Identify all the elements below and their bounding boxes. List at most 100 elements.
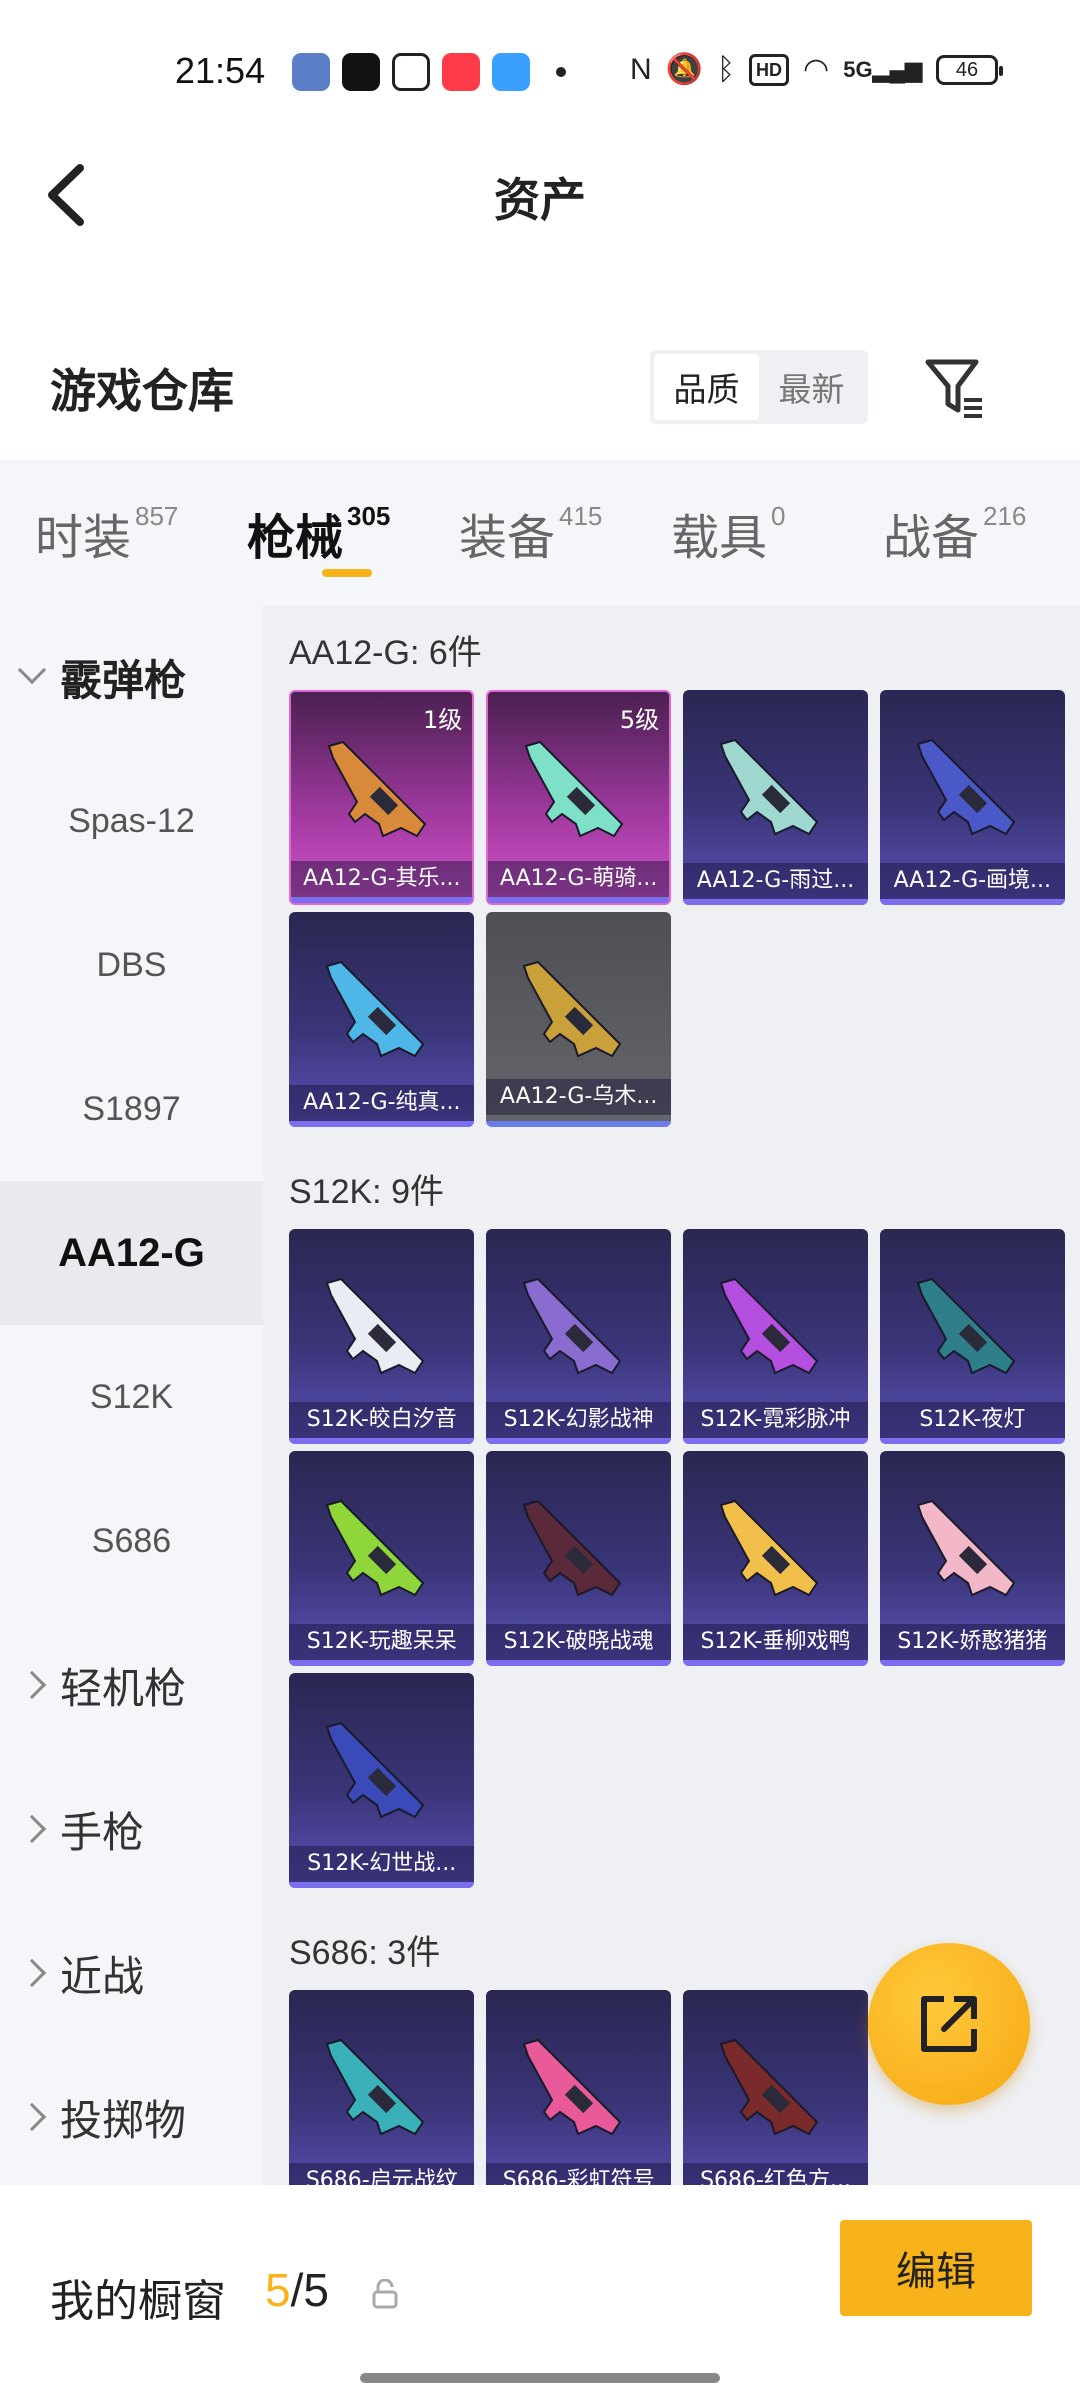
wechat-icon [392,53,430,91]
skin-level-badge: 5级 [619,706,660,734]
showcase-count-separator: / [290,2264,304,2316]
skin-card[interactable]: S12K-玩趣呆呆 [289,1451,475,1666]
nav-group-pistol[interactable]: 手枪 [0,1757,263,1901]
bluetooth-icon: ᛒ [717,53,736,86]
skin-name: S12K-幻影战神 [486,1402,672,1438]
gun-icon [522,1277,622,1375]
tab-supplies[interactable]: 战备 216 [868,460,1080,605]
app-header: 资产 [0,140,1080,250]
tab-count: 857 [135,501,179,531]
skin-card[interactable]: 5级 AA12-G-萌骑... [486,690,672,905]
showcase-count-max: 5 [303,2264,329,2316]
filter-icon [925,359,982,418]
skin-card[interactable]: AA12-G-纯真... [289,912,475,1127]
skin-card[interactable]: AA12-G-乌木... [486,912,672,1127]
network-type: 5G [843,57,873,82]
tab-outfit[interactable]: 时装 857 [20,460,232,605]
gun-icon [524,740,624,838]
skin-name: S12K-霓彩脉冲 [683,1402,868,1438]
nav-label: 近战 [60,1951,145,2001]
nav-item-s1897[interactable]: S1897 [0,1037,263,1181]
skin-level-badge: 1级 [423,706,463,734]
gun-icon [719,2038,819,2136]
skin-card[interactable]: S686-启元战纹 [289,1990,475,2185]
nav-item-aa12g[interactable]: AA12-G [0,1181,263,1325]
chevron-down-icon [17,655,47,685]
status-time: 21:54 [175,50,266,91]
gun-icon [522,2038,622,2136]
edit-button[interactable]: 编辑 [840,2220,1032,2316]
page-title: 资产 [494,173,586,227]
skin-name: S12K-夜灯 [879,1402,1065,1438]
nav-label: 霰弹枪 [60,655,187,705]
gun-icon [328,740,427,838]
skin-name: AA12-G-乌木... [486,1079,672,1115]
home-indicator[interactable] [360,2373,720,2383]
signal-icon: 5G▂▄▆ [843,57,922,82]
skin-card[interactable]: AA12-G-画境... [879,690,1065,905]
more-notifications-dot [556,67,566,77]
nav-group-lmg[interactable]: 轻机枪 [0,1613,263,1757]
skin-card[interactable]: S12K-幻世战... [289,1673,475,1888]
nav-item-dbs[interactable]: DBS [0,893,263,1037]
message-app-icon [492,53,530,91]
chevron-right-icon [17,1814,47,1844]
gun-icon [326,1499,425,1597]
music-app-icon [442,53,480,91]
skin-card[interactable]: S12K-夜灯 [879,1229,1065,1444]
sort-quality-button[interactable]: 品质 [654,354,759,420]
nav-group-throwable[interactable]: 投掷物 [0,2045,263,2189]
tab-count: 216 [983,501,1027,531]
sort-newest-button[interactable]: 最新 [759,354,864,420]
nav-item-spas12[interactable]: Spas-12 [0,749,263,893]
skin-card[interactable]: 1级 AA12-G-其乐... [289,690,475,905]
showcase-bar: 我的橱窗 5/5 编辑 [0,2185,1080,2400]
filter-button[interactable] [920,352,990,422]
tab-label: 战备 [883,509,980,566]
mute-icon: 🔕 [665,53,704,86]
gun-icon [916,1499,1016,1597]
gun-icon [522,1499,622,1597]
gun-icon [326,960,425,1058]
lock-icon [372,2279,398,2309]
wifi-icon: ◠ [803,53,830,86]
group-title: AA12-G: 6件 [289,634,482,672]
nav-group-melee[interactable]: 近战 [0,1901,263,2045]
skin-card[interactable]: AA12-G-雨过... [683,690,868,905]
skin-card[interactable]: S12K-娇憨猪猪 [879,1451,1065,1666]
skin-name: AA12-G-纯真... [289,1085,475,1121]
skin-name: S12K-垂柳戏鸭 [683,1624,868,1660]
showcase-count: 5/5 [265,2263,329,2317]
skin-card[interactable]: S12K-垂柳戏鸭 [683,1451,868,1666]
tab-count: 0 [771,501,786,531]
gun-icon [326,1277,425,1375]
skin-card[interactable]: S12K-皎白汐音 [289,1229,475,1444]
skin-name: AA12-G-萌骑... [488,861,670,897]
skin-card[interactable]: S686-彩虹符号 [486,1990,672,2185]
tab-equipment[interactable]: 装备 415 [444,460,656,605]
skin-name: S12K-玩趣呆呆 [289,1624,475,1660]
gun-icon [916,1277,1016,1375]
skin-name: S12K-幻世战... [289,1846,475,1882]
skin-name: S686-彩虹符号 [486,2163,672,2185]
chevron-right-icon [17,2102,47,2132]
gun-icon [719,1277,819,1375]
skin-name: AA12-G-画境... [879,863,1065,899]
gun-icon [916,738,1016,836]
skin-card[interactable]: S12K-霓彩脉冲 [683,1229,868,1444]
section-title: 游戏仓库 [50,364,234,418]
tab-vehicles[interactable]: 载具 0 [656,460,868,605]
gun-icon [326,1721,425,1819]
skin-card[interactable]: S12K-幻影战神 [486,1229,672,1444]
tab-firearms[interactable]: 枪械 305 [232,460,444,605]
skin-card[interactable]: S12K-破晓战魂 [486,1451,672,1666]
sort-toggle: 品质 最新 [650,350,868,424]
tiktok-icon [342,53,380,91]
nav-item-s12k[interactable]: S12K [0,1325,263,1469]
skin-card[interactable]: S686-红色方... [683,1990,868,2185]
share-button[interactable] [868,1943,1030,2105]
nav-item-s686[interactable]: S686 [0,1469,263,1613]
nav-group-shotgun[interactable]: 霰弹枪 [0,605,263,749]
chevron-right-icon [17,1958,47,1988]
cat-app-icon [292,53,330,91]
